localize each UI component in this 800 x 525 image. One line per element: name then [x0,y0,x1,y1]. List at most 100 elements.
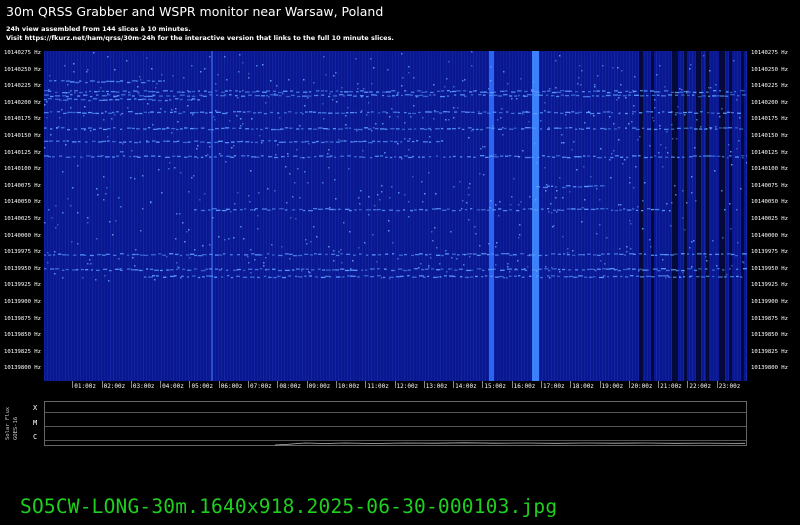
signal-dot [249,201,251,203]
signal-trace [411,91,415,93]
signal-trace [91,269,94,271]
signal-dot [62,277,64,279]
noise-column [389,51,390,381]
signal-trace [116,81,120,83]
signal-trace [183,111,186,113]
signal-trace [462,128,465,131]
signal-dot [642,228,644,230]
signal-trace [681,94,685,96]
waterfall-spectrogram[interactable] [44,51,747,381]
signal-trace [307,156,311,158]
signal-trace [215,90,218,92]
signal-dot [224,239,226,241]
signal-trace [134,141,139,144]
signal-trace [154,269,159,271]
signal-dot [544,167,546,169]
signal-trace [690,127,693,129]
signal-dot [502,134,504,136]
signal-dot [431,231,433,233]
signal-dot [138,93,140,95]
signal-trace [582,269,586,271]
signal-trace [81,99,86,101]
signal-dot [571,149,573,151]
signal-dot [191,65,193,67]
signal-trace [640,90,644,92]
signal-dot [609,159,611,161]
signal-dot [371,83,373,85]
signal-trace [205,112,208,114]
signal-trace [736,268,739,270]
signal-dot [299,125,301,127]
signal-trace [102,140,107,143]
signal-trace [321,141,325,144]
signal-trace [597,254,601,257]
signal-dot [254,259,256,261]
signal-trace [532,269,537,271]
noise-column [401,51,402,381]
signal-trace [560,90,565,92]
signal-trace [192,90,196,93]
noise-column [542,51,543,381]
signal-dot [517,260,519,262]
solar-flux-label-bottom: GOES-16 [13,416,19,440]
signal-trace [567,254,570,256]
subtitle-line-2[interactable]: Visit https://fkurz.net/ham/qrss/30m-24h… [6,34,394,43]
signal-trace [596,95,600,97]
signal-trace [55,95,60,97]
signal-trace [318,253,322,255]
signal-trace [144,276,147,278]
signal-trace [190,253,195,255]
time-label: 22:00z [689,383,712,390]
signal-trace [394,141,398,143]
signal-trace [123,155,126,157]
frequency-label: 10140175 Hz [4,116,42,123]
signal-trace [552,156,556,158]
noise-column [197,51,198,381]
signal-trace [309,275,312,277]
signal-dot [44,222,46,224]
signal-trace [646,111,651,113]
signal-trace [535,91,540,93]
signal-trace [498,208,502,210]
signal-trace [454,94,457,96]
noise-column [122,51,123,381]
time-label: 05:00z [191,383,214,390]
signal-trace [408,128,412,130]
signal-trace [606,268,611,270]
noise-column [497,51,498,381]
signal-dot [188,229,190,231]
signal-trace [707,155,712,157]
signal-trace [478,112,483,115]
signal-trace [177,91,182,93]
signal-trace [558,268,561,271]
signal-trace [353,254,356,256]
signal-dot [335,72,337,74]
signal-dot [464,79,466,81]
signal-trace [309,111,313,113]
signal-dot [338,251,340,253]
signal-dot [214,119,216,121]
signal-dot [684,114,686,116]
signal-dot [544,102,546,104]
signal-trace [90,80,95,82]
signal-dot [404,122,406,124]
signal-trace [77,111,82,114]
signal-dot [267,188,269,190]
signal-trace [85,141,88,143]
signal-trace [634,94,639,96]
signal-dot [602,65,604,67]
signal-trace [618,269,622,272]
signal-dot [270,80,272,82]
signal-dot [495,204,497,206]
signal-trace [235,90,238,92]
signal-dot [109,221,111,223]
signal-dot [684,229,686,231]
noise-column [131,51,132,381]
signal-trace [203,95,207,97]
signal-trace [684,127,689,129]
signal-dot [714,95,716,97]
signal-trace [443,111,448,113]
signal-trace [182,268,186,271]
signal-trace [157,111,161,114]
signal-trace [447,128,452,130]
